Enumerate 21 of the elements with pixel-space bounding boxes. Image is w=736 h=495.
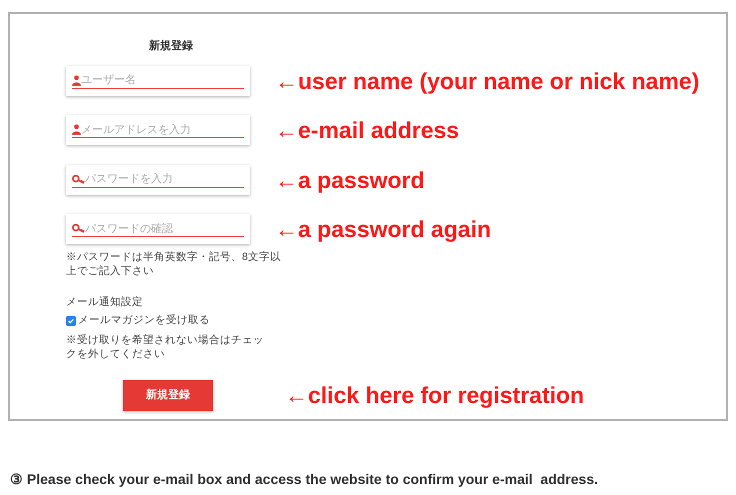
annotation-text: ←user name (your name or nick name) [275, 66, 700, 96]
annotation-text: ←e-mail address [275, 116, 460, 145]
key-icon [72, 174, 85, 184]
person-icon [72, 124, 81, 136]
text-field[interactable]: パスワードを入力 [85, 171, 244, 188]
register-button[interactable]: 新規登録 [123, 380, 213, 411]
text-field[interactable]: メールアドレスを入力 [81, 122, 244, 138]
annotation-text: ←a password [275, 166, 425, 195]
checkbox-label: メールマガジンを受け取る [78, 313, 210, 328]
annotation-text: ←a password again [275, 215, 492, 244]
person-icon [72, 74, 81, 86]
text-field[interactable]: ユーザー名 [81, 72, 244, 88]
text-field[interactable]: パスワードの確認 [85, 220, 244, 237]
notification-heading: メール通知設定 [66, 294, 144, 310]
password-note: ※パスワードは半角英数字・記号、8文字以上でご記入下さい [66, 250, 281, 278]
checkbox[interactable] [66, 316, 76, 326]
step-text: ③ Please check your e-mail box and access the website to confirm your e-mail address. [10, 470, 599, 489]
key-icon [72, 224, 85, 234]
newsletter-note: ※受け取りを希望されない場合はチェックを外してください [66, 333, 265, 361]
annotation-text: ←click here for registration [285, 381, 584, 410]
form-title: 新規登録 [148, 38, 194, 54]
